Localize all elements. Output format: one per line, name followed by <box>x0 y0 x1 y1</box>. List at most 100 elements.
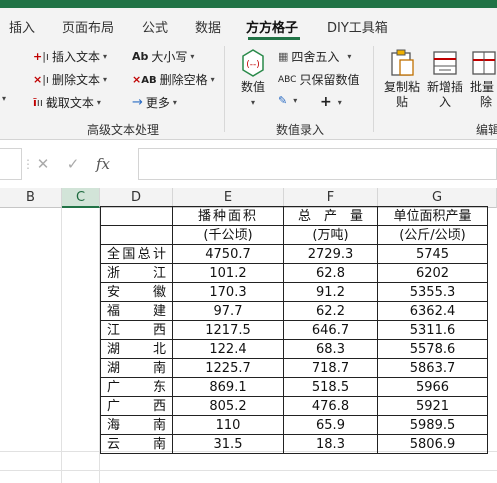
yield-cell[interactable]: 5863.7 <box>377 358 488 378</box>
region-cell[interactable]: 浙江 <box>100 263 173 283</box>
sown-area-cell[interactable]: 1217.5 <box>172 320 284 340</box>
name-box-handle[interactable] <box>0 148 22 180</box>
output-cell[interactable]: 18.3 <box>283 434 378 454</box>
batch-delete-button[interactable]: 批量 除 <box>470 48 497 110</box>
output-cell[interactable]: 2729.3 <box>283 244 378 264</box>
ribbon-panel: ▾ +|ı 插入文本 ▾ ×|ı 删除文本 ▾ ĩıı 截取文本 ▾ Ab 大小… <box>0 42 497 140</box>
copy-paste-label-1: 复制粘 <box>384 80 421 94</box>
output-cell[interactable]: 91.2 <box>283 282 378 302</box>
chevron-down-icon: ▾ <box>210 75 215 84</box>
extract-text-icon: ĩıı <box>33 96 43 109</box>
yield-cell[interactable]: 5311.6 <box>377 320 488 340</box>
tab-formulas[interactable]: 公式 <box>142 17 168 36</box>
tab-page-layout[interactable]: 页面布局 <box>62 17 114 36</box>
insert-text-button[interactable]: +|ı 插入文本 ▾ <box>33 48 107 65</box>
output-cell[interactable]: 68.3 <box>283 339 378 359</box>
output-cell[interactable]: 646.7 <box>283 320 378 340</box>
region-cell[interactable]: 海南 <box>100 415 173 435</box>
output-cell[interactable]: 476.8 <box>283 396 378 416</box>
output-cell[interactable]: 518.5 <box>283 377 378 397</box>
sown-area-cell[interactable]: 97.7 <box>172 301 284 321</box>
region-cell[interactable]: 江西 <box>100 320 173 340</box>
sown-area-cell[interactable]: 869.1 <box>172 377 284 397</box>
yield-cell[interactable]: 5989.5 <box>377 415 488 435</box>
enter-icon[interactable]: ✓ <box>58 155 88 173</box>
more-label: 更多 <box>145 96 170 110</box>
region-cell[interactable]: 湖南 <box>100 358 173 378</box>
more-button[interactable]: → 更多 ▾ <box>132 94 177 111</box>
yield-cell[interactable]: 5745 <box>377 244 488 264</box>
output-cell[interactable]: 62.2 <box>283 301 378 321</box>
yield-cell[interactable]: 6202 <box>377 263 488 283</box>
column-header-e[interactable]: E <box>173 188 284 208</box>
column-header-f[interactable]: F <box>284 188 378 208</box>
region-cell[interactable]: 安徽 <box>100 282 173 302</box>
yield-cell[interactable]: 6362.4 <box>377 301 488 321</box>
chevron-down-icon[interactable]: ▾ <box>2 94 6 103</box>
tab-data[interactable]: 数据 <box>195 17 221 36</box>
gridline <box>61 208 62 483</box>
yield-cell[interactable]: 5966 <box>377 377 488 397</box>
sown-area-cell[interactable]: 122.4 <box>172 339 284 359</box>
edit-cell-button[interactable]: ✎ ▾ <box>278 94 297 107</box>
unit-yield-per-area[interactable]: (公斤/公顷) <box>377 225 488 245</box>
sown-area-cell[interactable]: 1225.7 <box>172 358 284 378</box>
sown-area-cell[interactable]: 4750.7 <box>172 244 284 264</box>
column-header-d[interactable]: D <box>100 188 173 208</box>
output-cell[interactable]: 718.7 <box>283 358 378 378</box>
header-sown-area[interactable]: 播种面积 <box>172 206 284 226</box>
tab-insert[interactable]: 插入 <box>9 17 35 36</box>
unit-sown-area[interactable]: (千公顷) <box>172 225 284 245</box>
header-total-output[interactable]: 总 产 量 <box>283 206 378 226</box>
tab-diy-toolbox[interactable]: DIY工具箱 <box>327 17 388 36</box>
table-row: 广东 869.1 518.5 5966 <box>100 377 488 397</box>
delete-space-button[interactable]: ×AB 删除空格 ▾ <box>132 71 215 88</box>
insert-text-icon: +|ı <box>33 50 49 63</box>
table-row: 福建 97.7 62.2 6362.4 <box>100 301 488 321</box>
fx-icon[interactable]: fx <box>88 155 118 173</box>
copy-paste-button[interactable]: 复制粘 贴 <box>384 48 420 110</box>
tab-fangfanggezi[interactable]: 方方格子 <box>246 17 298 36</box>
region-cell[interactable]: 广东 <box>100 377 173 397</box>
region-cell[interactable]: 云南 <box>100 434 173 454</box>
column-header-b[interactable]: B <box>0 188 62 208</box>
round-button[interactable]: ▦ 四舍五入 ▾ <box>278 48 351 65</box>
insert-rows-icon <box>431 48 459 78</box>
formula-input[interactable] <box>138 148 497 180</box>
sown-area-cell[interactable]: 110 <box>172 415 284 435</box>
region-cell[interactable]: 福建 <box>100 301 173 321</box>
table-cell[interactable] <box>100 206 173 226</box>
sown-area-cell[interactable]: 170.3 <box>172 282 284 302</box>
table-row: 湖北 122.4 68.3 5578.6 <box>100 339 488 359</box>
column-header-c[interactable]: C <box>62 188 100 208</box>
delete-text-button[interactable]: ×|ı 删除文本 ▾ <box>33 71 107 88</box>
cancel-icon[interactable]: ✕ <box>28 155 58 173</box>
sown-area-cell[interactable]: 31.5 <box>172 434 284 454</box>
case-button[interactable]: Ab 大小写 ▾ <box>132 48 194 65</box>
header-yield-per-area[interactable]: 单位面积产量 <box>377 206 488 226</box>
chevron-down-icon: ▾ <box>293 96 298 105</box>
output-cell[interactable]: 65.9 <box>283 415 378 435</box>
table-cell[interactable] <box>100 225 173 245</box>
sown-area-cell[interactable]: 101.2 <box>172 263 284 283</box>
unit-total-output[interactable]: (万吨) <box>283 225 378 245</box>
yield-cell[interactable]: 5806.9 <box>377 434 488 454</box>
column-header-g[interactable]: G <box>378 188 497 208</box>
keep-value-button[interactable]: ABC 只保留数值 <box>278 71 359 88</box>
active-tab-indicator <box>248 37 300 40</box>
output-cell[interactable]: 62.8 <box>283 263 378 283</box>
yield-cell[interactable]: 5355.3 <box>377 282 488 302</box>
region-cell[interactable]: 广西 <box>100 396 173 416</box>
chevron-down-icon: ▾ <box>337 97 342 107</box>
new-insert-button[interactable]: 新增插 入 <box>427 48 463 110</box>
extract-text-button[interactable]: ĩıı 截取文本 ▾ <box>33 94 101 111</box>
region-cell[interactable]: 全国总计 <box>100 244 173 264</box>
numeric-button[interactable]: (--) 数值 ▾ <box>239 48 267 110</box>
yield-cell[interactable]: 5578.6 <box>377 339 488 359</box>
add-button[interactable]: + ▾ <box>320 94 342 110</box>
group-separator <box>373 46 374 132</box>
yield-cell[interactable]: 5921 <box>377 396 488 416</box>
sown-area-cell[interactable]: 805.2 <box>172 396 284 416</box>
table-unit-row: (千公顷) (万吨) (公斤/公顷) <box>100 225 488 245</box>
region-cell[interactable]: 湖北 <box>100 339 173 359</box>
